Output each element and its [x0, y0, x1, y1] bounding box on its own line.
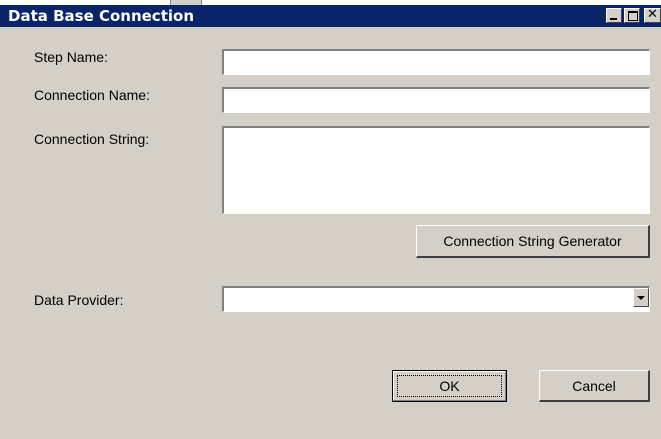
close-button[interactable]: ✕: [644, 8, 661, 23]
data-provider-select[interactable]: [222, 286, 650, 312]
step-name-label: Step Name:: [34, 49, 108, 65]
dropdown-button[interactable]: [633, 288, 649, 307]
data-provider-label: Data Provider:: [34, 292, 124, 308]
cancel-button-label: Cancel: [572, 378, 616, 394]
connection-string-label: Connection String:: [34, 131, 150, 147]
title-bar[interactable]: Data Base Connection ✕: [0, 5, 661, 27]
connection-name-label: Connection Name:: [34, 87, 150, 103]
minimize-button[interactable]: [606, 8, 622, 23]
window-title: Data Base Connection: [8, 7, 194, 25]
minimize-icon: [610, 18, 617, 20]
maximize-icon: [628, 11, 638, 21]
cancel-button[interactable]: Cancel: [539, 370, 650, 402]
dialog-window: Data Base Connection ✕ Step Name: Connec…: [0, 5, 661, 439]
maximize-button[interactable]: [624, 8, 640, 23]
ok-button-label: OK: [439, 378, 460, 394]
connection-string-textarea[interactable]: [222, 126, 650, 214]
connection-name-input[interactable]: [222, 87, 650, 113]
step-name-input[interactable]: [222, 49, 650, 75]
chevron-down-icon: [637, 296, 645, 300]
generator-button-label: Connection String Generator: [443, 233, 622, 249]
connection-string-generator-button[interactable]: Connection String Generator: [416, 225, 650, 258]
close-icon: ✕: [647, 7, 658, 22]
ok-button[interactable]: OK: [392, 370, 507, 402]
